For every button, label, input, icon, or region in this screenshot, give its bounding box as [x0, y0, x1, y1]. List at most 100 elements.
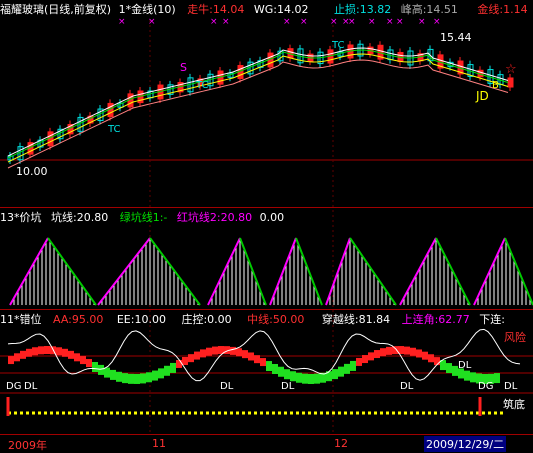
- p3-dg-1: DG: [6, 381, 22, 392]
- p3-zhuangkong: 庄控:0.00: [181, 313, 232, 326]
- price-high-tag: 15.44: [440, 31, 472, 44]
- main-header: 福耀玻璃(日线,前复权) 1*金线(10) 走牛:14.04 WG:14.02 …: [0, 3, 528, 16]
- p3-block: [98, 364, 104, 375]
- star-icon: ☆: [505, 62, 517, 77]
- p3-block: [104, 367, 110, 378]
- p3-block: [116, 371, 122, 382]
- p3-block: [140, 373, 146, 384]
- p3-block: [134, 373, 140, 384]
- p3-block: [428, 354, 434, 363]
- p3-block: [350, 360, 356, 371]
- marker-jd: JD: [476, 89, 489, 103]
- p3-block: [170, 362, 176, 373]
- p3-dl-2: DL: [220, 381, 234, 392]
- p3-block: [290, 371, 296, 382]
- p3-block: [8, 356, 14, 365]
- pit-line-up: [269, 237, 297, 306]
- p3-block: [434, 357, 440, 366]
- p3-block: [26, 348, 32, 357]
- p3-block: [20, 350, 26, 359]
- p3-block: [230, 346, 236, 355]
- p3-fengxian: 风险: [504, 331, 526, 344]
- top-cross-mark: ×: [118, 17, 126, 27]
- p3-block: [368, 352, 374, 361]
- p3-block: [332, 369, 338, 380]
- p3-block: [266, 361, 272, 372]
- marker-tc-3: TC: [332, 40, 345, 51]
- axis-label-11: 11: [152, 437, 166, 450]
- top-cross-mark: ×: [283, 17, 291, 27]
- top-cross-mark: ×: [418, 17, 426, 27]
- marker-tc-1: TC: [196, 80, 209, 91]
- p3-zhongxian: 中线:50.00: [247, 313, 305, 326]
- p3-block: [86, 359, 92, 368]
- p3-block: [158, 368, 164, 379]
- p3-block: [14, 353, 20, 362]
- p3-block: [338, 366, 344, 377]
- p2-zero: 0.00: [259, 211, 285, 224]
- indicator-name: 1*金线(10): [118, 3, 176, 16]
- p3-block: [374, 350, 380, 359]
- p3-block: [248, 352, 254, 361]
- p3-block: [296, 372, 302, 383]
- marker-b: B: [492, 80, 499, 91]
- p3-block: [314, 373, 320, 384]
- marker-tc-2: TC: [108, 124, 121, 135]
- top-cross-mark: ×: [300, 17, 308, 27]
- pit-line-down: [47, 237, 97, 306]
- zhisun-value: 止损:13.82: [334, 3, 392, 16]
- top-cross-mark: ×: [210, 17, 218, 27]
- p3-block: [38, 346, 44, 355]
- p3-shanglian: 上连角:62.77: [401, 313, 470, 326]
- p3-block: [182, 356, 188, 365]
- p3-aa: AA:95.00: [53, 313, 104, 326]
- pit-line-down: [435, 237, 471, 306]
- p3-dl-1: DL: [24, 381, 38, 392]
- top-cross-mark: ×: [368, 17, 376, 27]
- top-cross-mark: ×: [148, 17, 156, 27]
- p3-chuanyue: 穿越线:81.84: [321, 313, 391, 326]
- zouniu-value: 走牛:14.04: [187, 3, 245, 16]
- p3-block: [206, 347, 212, 356]
- p3-zhudi: 筑底: [503, 398, 525, 411]
- p3-indicator: 11*错位: [0, 313, 42, 326]
- p3-block: [422, 351, 428, 360]
- p3-block: [152, 370, 158, 381]
- stock-name: 福耀玻璃(日线,前复权): [0, 3, 112, 16]
- top-cross-mark: ×: [222, 17, 230, 27]
- p3-ee: EE:10.00: [116, 313, 166, 326]
- fenggao-value: 峰高:14.51: [400, 3, 458, 16]
- p3-dl-3: DL: [281, 381, 295, 392]
- panel2-header: 13*价坑 坑线:20.80 绿坑线1:- 红坑线2:20.80 0.00: [0, 211, 284, 224]
- pit-line-down: [295, 237, 323, 306]
- wg-value: WG:14.02: [253, 3, 309, 16]
- p3-block: [164, 365, 170, 376]
- top-cross-mark: ×: [348, 17, 356, 27]
- pit-line-down: [349, 237, 397, 306]
- candle-body: [507, 77, 514, 88]
- p3-block: [260, 358, 266, 367]
- p3-dl-5: DL: [458, 360, 472, 371]
- p3-xialian: 下连:: [479, 313, 505, 326]
- p3-block: [68, 350, 74, 359]
- panel3-header: 11*错位 AA:95.00 EE:10.00 庄控:0.00 中线:50.00…: [0, 313, 505, 326]
- axis-date-box[interactable]: 2009/12/29/二: [424, 436, 507, 452]
- p3-block: [188, 354, 194, 363]
- p3-block: [122, 373, 128, 384]
- p3-block: [416, 349, 422, 358]
- p3-block: [110, 369, 116, 380]
- p3-block: [212, 346, 218, 355]
- p3-block: [200, 349, 206, 358]
- chart-canvas: × × × × × × × ×× × × × × ×: [0, 17, 533, 434]
- p3-dg-2: DG: [478, 381, 494, 392]
- time-axis: 2009年 11 12 2009/12/29/二: [0, 434, 533, 453]
- top-cross-mark: ×: [330, 17, 338, 27]
- p3-block: [380, 348, 386, 357]
- jinxian-value: 金线:1.14: [477, 3, 528, 16]
- top-cross-mark: ×: [386, 17, 394, 27]
- p3-block: [356, 357, 362, 366]
- p2-lvkeng: 绿坑线1:-: [119, 211, 168, 224]
- p3-block: [494, 373, 500, 384]
- axis-label-12: 12: [334, 437, 348, 450]
- axis-label-year: 2009年: [8, 439, 47, 452]
